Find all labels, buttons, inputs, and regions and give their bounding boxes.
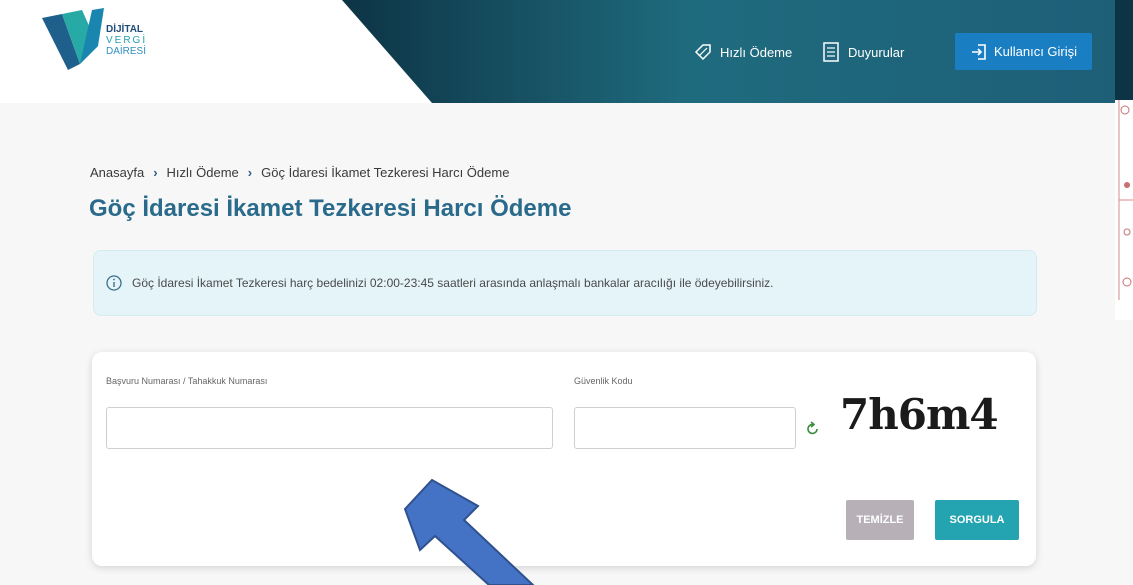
nav-announcements-label: Duyurular <box>848 44 905 60</box>
arrow-annotation <box>403 478 535 585</box>
nav-fast-payment-label: Hızlı Ödeme <box>720 44 793 60</box>
breadcrumb: Anasayfa › Hızlı Ödeme › Göç İdaresi İka… <box>90 165 509 180</box>
query-button[interactable]: SORGULA <box>935 500 1019 540</box>
info-icon <box>106 275 122 291</box>
info-alert: Göç İdaresi İkamet Tezkeresi harç bedeli… <box>93 250 1037 316</box>
clear-button[interactable]: TEMİZLE <box>846 500 914 540</box>
nav-announcements[interactable]: Duyurular <box>822 34 904 70</box>
breadcrumb-current: Göç İdaresi İkamet Tezkeresi Harcı Ödeme <box>261 165 510 180</box>
logo-icon[interactable] <box>40 6 170 76</box>
document-icon <box>823 42 839 62</box>
side-decoration <box>1115 0 1133 320</box>
chevron-right-icon: › <box>153 165 158 180</box>
breadcrumb-fast-payment[interactable]: Hızlı Ödeme <box>167 165 239 180</box>
security-code-label: Güvenlik Kodu <box>574 376 633 386</box>
captcha-image: 7h6m4 <box>840 390 999 439</box>
tag-icon <box>694 44 711 61</box>
site-header: DİJİTAL VERGİ DAİRESİ Hızlı Ödeme Duyuru… <box>0 0 1115 103</box>
refresh-icon[interactable] <box>806 420 820 436</box>
logo-line-1: DİJİTAL <box>106 24 144 35</box>
logo-line-2: VERGİ <box>106 35 148 46</box>
breadcrumb-home[interactable]: Anasayfa <box>90 165 144 180</box>
logo-text: DİJİTAL VERGİ DAİRESİ <box>106 24 147 57</box>
chevron-right-icon: › <box>247 165 253 180</box>
info-text: Göç İdaresi İkamet Tezkeresi harç bedeli… <box>132 276 774 290</box>
login-button-label: Kullanıcı Girişi <box>993 44 1078 59</box>
application-number-input[interactable] <box>106 407 553 449</box>
login-button[interactable]: Kullanıcı Girişi <box>955 33 1092 70</box>
application-number-label: Başvuru Numarası / Tahakkuk Numarası <box>106 376 268 386</box>
page-title: Göç İdaresi İkamet Tezkeresi Harcı Ödeme <box>89 195 572 222</box>
security-code-input[interactable] <box>574 407 796 449</box>
login-icon <box>971 43 986 60</box>
nav-fast-payment[interactable]: Hızlı Ödeme <box>694 34 792 70</box>
logo-line-3: DAİRESİ <box>106 46 147 57</box>
